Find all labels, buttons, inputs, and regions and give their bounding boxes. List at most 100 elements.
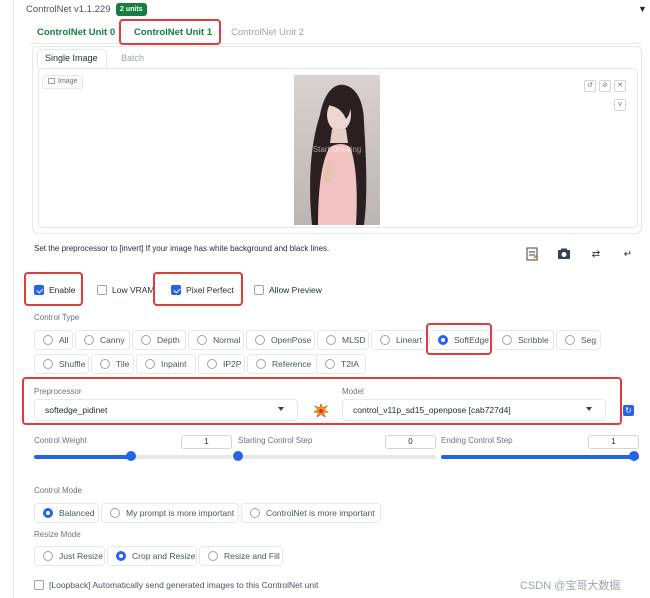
triangle-down-icon[interactable]: ▼ — [638, 4, 647, 14]
radio-dot — [438, 335, 448, 345]
camera-icon[interactable] — [556, 247, 572, 263]
option-label: Inpaint — [161, 359, 187, 369]
option-label: My prompt is more important — [126, 508, 235, 518]
end-step-knob[interactable] — [629, 451, 639, 461]
radio-dot — [326, 335, 336, 345]
image-label: Image — [58, 78, 78, 85]
send-icon[interactable]: ↵ — [620, 247, 636, 263]
preprocessor-label: Preprocessor — [34, 387, 82, 396]
loopback-label[interactable]: [Loopback] Automatically send generated … — [49, 580, 318, 590]
option-label: Depth — [157, 335, 180, 345]
control-mode-label: Control Mode — [34, 486, 83, 495]
option-label: Scribble — [518, 335, 549, 345]
radio-dot — [255, 335, 265, 345]
option-label: Canny — [100, 335, 125, 345]
control-type-softedge[interactable]: SoftEdge — [429, 330, 491, 350]
start-step-input[interactable]: 0 — [385, 435, 436, 449]
control-type-all[interactable]: All — [34, 330, 73, 350]
control-mode-prompt[interactable]: My prompt is more important — [101, 503, 239, 523]
option-label: Resize and Fill — [224, 551, 280, 561]
option-label: Reference — [272, 359, 312, 369]
tabs-divider — [30, 43, 642, 44]
control-type-label: Control Type — [34, 313, 80, 322]
control-weight-label: Control Weight — [34, 436, 87, 445]
undo-icon[interactable]: ↺ — [584, 80, 596, 92]
clear-icon[interactable]: ⊘ — [599, 80, 611, 92]
pixel-perfect-checkbox[interactable] — [171, 285, 181, 295]
control-type-lineart[interactable]: Lineart — [371, 330, 427, 350]
radio-dot — [43, 508, 53, 518]
enable-checkbox[interactable] — [34, 285, 44, 295]
radio-dot — [100, 359, 110, 369]
panel-title[interactable]: ControlNet v1.1.229 — [26, 4, 111, 15]
tab-batch[interactable]: Batch — [121, 53, 144, 63]
start-step-slider[interactable] — [238, 455, 436, 459]
option-label: Normal — [213, 335, 241, 345]
pixel-perfect-label[interactable]: Pixel Perfect — [186, 285, 234, 295]
radio-dot — [43, 551, 53, 561]
option-label: Seg — [581, 335, 597, 345]
refresh-icon[interactable]: ↻ — [623, 405, 634, 416]
loopback-checkbox[interactable] — [34, 580, 44, 590]
control-weight-input[interactable]: 1 — [181, 435, 232, 449]
tab-unit-1[interactable]: ControlNet Unit 1 — [134, 25, 212, 41]
control-type-openpose[interactable]: OpenPose — [246, 330, 315, 350]
control-mode-balanced[interactable]: Balanced — [34, 503, 99, 523]
resize-mode-crop-and-resize[interactable]: Crop and Resize — [107, 546, 197, 566]
control-mode-controlnet[interactable]: ControlNet is more important — [241, 503, 381, 523]
control-type-ip2p[interactable]: IP2P — [198, 354, 245, 374]
control-weight-knob[interactable] — [126, 451, 137, 461]
resize-mode-just-resize[interactable]: Just Resize — [34, 546, 105, 566]
allow-preview-checkbox[interactable] — [254, 285, 264, 295]
option-label: All — [59, 335, 69, 345]
slider-fill — [441, 455, 639, 459]
close-icon[interactable]: ✕ — [614, 80, 626, 92]
control-type-inpaint[interactable]: Inpaint — [136, 354, 196, 374]
control-type-mlsd[interactable]: MLSD — [317, 330, 369, 350]
option-label: Tile — [116, 359, 130, 369]
control-type-depth[interactable]: Depth — [132, 330, 186, 350]
radio-dot — [250, 508, 260, 518]
radio-dot — [110, 508, 120, 518]
option-label: MLSD — [342, 335, 366, 345]
preprocessor-select[interactable]: softedge_pidinet — [34, 399, 298, 421]
notepad-icon[interactable] — [524, 247, 540, 263]
tab-unit-2[interactable]: ControlNet Unit 2 — [231, 25, 304, 41]
radio-dot — [145, 359, 155, 369]
swap-icon[interactable]: ⇄ — [588, 247, 604, 263]
option-label: Just Resize — [59, 551, 103, 561]
control-type-t2ia[interactable]: T2IA — [316, 354, 366, 374]
radio-dot — [502, 335, 512, 345]
low-vram-label[interactable]: Low VRAM — [112, 285, 155, 295]
preprocessor-value: softedge_pidinet — [45, 405, 108, 415]
end-step-input[interactable]: 1 — [588, 435, 639, 449]
model-select[interactable]: control_v11p_sd15_openpose [cab727d4] — [342, 399, 606, 421]
chevron-down-icon — [278, 407, 284, 411]
control-type-canny[interactable]: Canny — [75, 330, 130, 350]
control-type-seg[interactable]: Seg — [556, 330, 601, 350]
control-type-tile[interactable]: Tile — [91, 354, 134, 374]
radio-dot — [207, 359, 217, 369]
low-vram-checkbox[interactable] — [97, 285, 107, 295]
control-type-reference[interactable]: Reference — [247, 354, 318, 374]
radio-dot — [256, 359, 266, 369]
preprocessor-hint: Set the preprocessor to [invert] If your… — [34, 244, 330, 253]
slider-fill — [34, 455, 132, 459]
option-label: Shuffle — [59, 359, 86, 369]
control-type-shuffle[interactable]: Shuffle — [34, 354, 89, 374]
allow-preview-label[interactable]: Allow Preview — [269, 285, 322, 295]
explosion-icon[interactable] — [312, 403, 330, 419]
brush-icon[interactable]: ν — [614, 99, 626, 111]
radio-dot — [43, 335, 53, 345]
tab-single-image[interactable]: Single Image — [45, 53, 98, 63]
radio-dot — [380, 335, 390, 345]
resize-mode-label: Resize Mode — [34, 530, 81, 539]
resize-mode-resize-and-fill[interactable]: Resize and Fill — [199, 546, 283, 566]
tab-unit-0[interactable]: ControlNet Unit 0 — [37, 25, 115, 41]
control-type-normal[interactable]: Normal — [188, 330, 244, 350]
image-icon — [48, 78, 55, 85]
start-step-knob[interactable] — [233, 451, 243, 461]
enable-label[interactable]: Enable — [49, 285, 75, 295]
end-step-slider[interactable] — [441, 455, 639, 459]
control-type-scribble[interactable]: Scribble — [493, 330, 554, 350]
